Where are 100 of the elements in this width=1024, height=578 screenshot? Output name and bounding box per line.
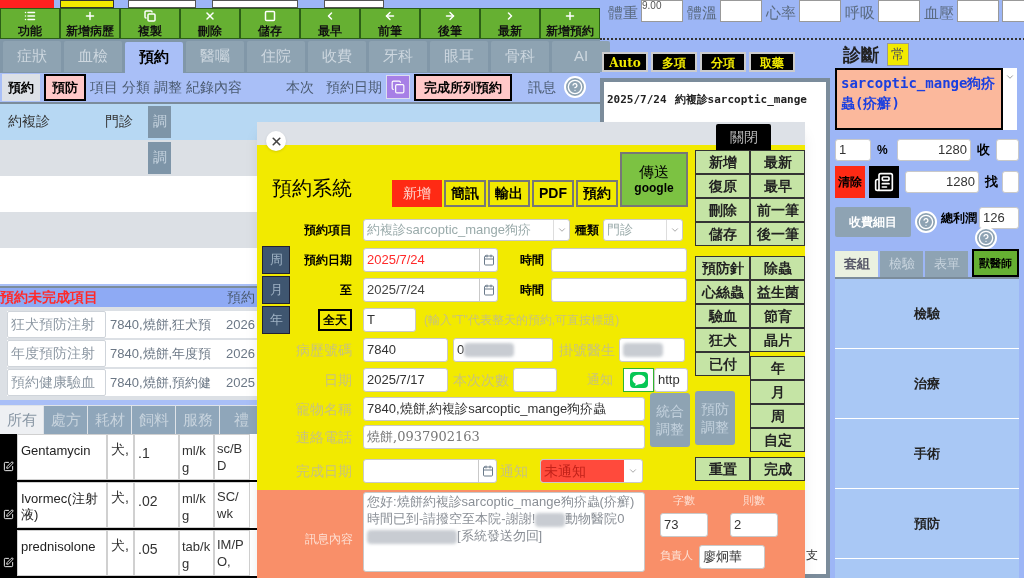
char-count-field[interactable]: 73 bbox=[660, 512, 708, 537]
route-cell: sc/BD bbox=[214, 434, 250, 480]
owner-name-field[interactable]: 廖炯華 bbox=[699, 544, 765, 569]
rate-field[interactable]: 1 bbox=[835, 139, 871, 161]
action-button[interactable]: 輸出 bbox=[488, 180, 530, 207]
unit-cell: ml/kg bbox=[179, 482, 214, 528]
phone-field[interactable]: 燒餅,0937902163 bbox=[363, 425, 645, 449]
grid-button[interactable]: 心絲蟲 bbox=[695, 280, 750, 304]
route-cell: SC/wk bbox=[214, 482, 250, 528]
toolbar-button[interactable]: 後筆 bbox=[420, 7, 480, 39]
all-day-field[interactable]: T bbox=[363, 308, 416, 332]
tab[interactable]: 套組 bbox=[835, 251, 878, 277]
field-label: 預約日期 bbox=[303, 252, 352, 269]
period-side-button[interactable]: 月 bbox=[262, 276, 290, 304]
date-field[interactable]: 2025/7/24 bbox=[363, 278, 498, 302]
filter-button[interactable]: 預約 bbox=[2, 73, 40, 101]
grid-button[interactable]: 益生菌 bbox=[750, 280, 805, 304]
category-button[interactable]: 預防 bbox=[835, 489, 1019, 559]
grid-button[interactable]: 預防針 bbox=[695, 256, 750, 280]
action-button[interactable]: 預約 bbox=[576, 180, 618, 207]
drug-name: prednisolone bbox=[17, 530, 107, 576]
period-side-button[interactable]: 年 bbox=[262, 306, 290, 334]
field-label: 字數 bbox=[673, 493, 695, 509]
record-button[interactable]: 取藥 bbox=[749, 52, 795, 72]
toolbar-button[interactable]: 新增預約 bbox=[540, 7, 600, 39]
field-label: 負責人 bbox=[660, 548, 693, 565]
message-field[interactable]: 您好:燒餅約複診sarcoptic_mange狗疥蟲(疥癬)時間已到-請撥空至本院-謝謝! 動物醫院0 [系統發送勿回] bbox=[363, 492, 645, 572]
toolbar-button[interactable]: 最新 bbox=[480, 7, 540, 39]
grid-button[interactable]: 最新 bbox=[750, 150, 805, 174]
grid-button[interactable]: 自定 bbox=[750, 428, 805, 452]
grid-button[interactable]: 年 bbox=[750, 356, 805, 380]
tab[interactable]: 預約 bbox=[125, 41, 183, 73]
grid-button[interactable]: 最早 bbox=[750, 174, 805, 198]
toolbar-button[interactable]: 最早 bbox=[300, 7, 360, 39]
category-button[interactable]: 檢驗 bbox=[835, 279, 1019, 349]
field-label: 通知 bbox=[500, 461, 528, 481]
date-field[interactable]: 2025/7/24 bbox=[363, 248, 498, 272]
clear-button[interactable]: 清除 bbox=[835, 166, 865, 198]
grid-button[interactable]: 晶片 bbox=[750, 328, 805, 352]
record-field[interactable]: 7840 bbox=[363, 338, 448, 362]
grid-button[interactable]: 重置 bbox=[695, 457, 750, 481]
column-header: 訊息 bbox=[528, 77, 556, 97]
dose-cell: .02 bbox=[134, 482, 179, 528]
filter-button[interactable]: 預防 bbox=[44, 73, 86, 101]
toolbar-button[interactable]: 功能 bbox=[0, 7, 60, 39]
record-button[interactable]: Auto bbox=[602, 52, 648, 72]
diagnosis-field[interactable]: sarcoptic_mange狗疥蟲(疥癬) bbox=[835, 68, 1003, 130]
grid-button[interactable]: 除蟲 bbox=[750, 256, 805, 280]
owner-field[interactable]: 0 bbox=[453, 338, 553, 362]
toolbar-button[interactable]: 新增病歷 bbox=[60, 7, 120, 39]
drug-name: Gentamycin bbox=[17, 434, 107, 480]
appointment-category: 門診 bbox=[105, 112, 134, 132]
vital-field[interactable]: 9.00 bbox=[641, 0, 683, 22]
grid-button[interactable]: 復原 bbox=[695, 174, 750, 198]
grid-button[interactable]: 驗血 bbox=[695, 304, 750, 328]
toolbar-button[interactable]: 複製 bbox=[120, 7, 180, 39]
grid-button[interactable]: 月 bbox=[750, 380, 805, 404]
grid-button[interactable]: 周 bbox=[750, 404, 805, 428]
grid-button[interactable]: 節育 bbox=[750, 304, 805, 328]
vet-button[interactable]: 獸醫師 bbox=[972, 249, 1019, 277]
field-label: 訊息內容 bbox=[305, 531, 353, 548]
badge[interactable]: 常 bbox=[887, 42, 909, 66]
field-label: 寵物名稱 bbox=[295, 399, 352, 419]
record-button[interactable]: 多項 bbox=[651, 52, 697, 72]
profit-field[interactable]: 126 bbox=[979, 207, 1019, 229]
pending-content: 7840,燒餅,狂犬預 bbox=[109, 315, 213, 334]
action-button[interactable]: PDF bbox=[532, 180, 574, 207]
close-dialog-button[interactable]: 關閉 bbox=[716, 124, 771, 150]
grid-button[interactable]: 完成 bbox=[750, 457, 805, 481]
category-button[interactable]: 治療 bbox=[835, 349, 1019, 419]
record-button[interactable]: 分項 bbox=[700, 52, 746, 72]
send-google-button[interactable]: 傳送 google bbox=[620, 152, 688, 207]
grid-button[interactable]: 儲存 bbox=[695, 222, 750, 246]
period-side-button[interactable]: 周 bbox=[262, 246, 290, 274]
column-header: 紀錄內容 bbox=[186, 77, 242, 97]
grid-button[interactable]: 新增 bbox=[695, 150, 750, 174]
record-content: 約複診sarcoptic_mange bbox=[674, 92, 807, 108]
unit-cell: ml/kg bbox=[179, 434, 214, 480]
toolbar-button[interactable]: 儲存 bbox=[240, 7, 300, 39]
all-day-button[interactable]: 全天 bbox=[318, 309, 352, 331]
category-button[interactable]: 手術 bbox=[835, 419, 1019, 489]
pending-date: 2026 bbox=[226, 344, 255, 363]
pet-name-field[interactable]: 7840,燒餅,約複診sarcoptic_mange狗疥蟲 bbox=[363, 397, 645, 421]
visit-date-field[interactable]: 2025/7/17 bbox=[363, 368, 448, 392]
action-button[interactable]: 簡訊 bbox=[444, 180, 486, 207]
message-count-field[interactable]: 2 bbox=[730, 512, 778, 537]
column-header: 本次 bbox=[286, 77, 314, 97]
field-label: 至 bbox=[339, 282, 352, 299]
link-field[interactable]: http bbox=[654, 368, 688, 392]
toolbar-button[interactable]: 刪除 bbox=[180, 7, 240, 39]
complete-all-button[interactable]: 完成所列預約 bbox=[414, 73, 512, 101]
grid-button[interactable]: 狂犬 bbox=[695, 328, 750, 352]
grid-button[interactable]: 已付 bbox=[695, 352, 750, 376]
field-label: 通知 bbox=[587, 371, 613, 390]
grid-button[interactable]: 刪除 bbox=[695, 198, 750, 222]
toolbar-button[interactable]: 前筆 bbox=[360, 7, 420, 39]
amount-field[interactable]: 1280 bbox=[897, 139, 971, 161]
grid-button[interactable]: 前一筆 bbox=[750, 198, 805, 222]
amount-field[interactable]: 1280 bbox=[905, 171, 979, 193]
grid-button[interactable]: 後一筆 bbox=[750, 222, 805, 246]
